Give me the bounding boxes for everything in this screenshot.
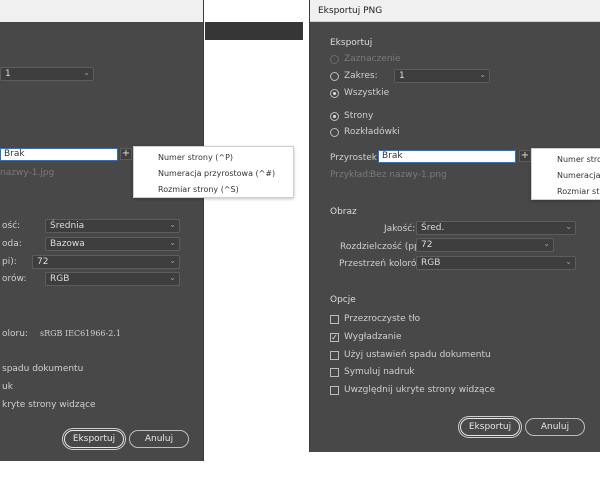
example-label: Przykład: — [330, 170, 372, 180]
left-colorspace-select[interactable]: RGB ⌄ — [45, 272, 180, 286]
spreads-radio[interactable] — [330, 128, 339, 137]
dialog-title: Eksportuj PNG — [318, 6, 383, 16]
selection-radio[interactable] — [330, 55, 339, 64]
example-value: Bez nazwy-1.png — [370, 170, 447, 180]
left-option-overprint[interactable]: uk — [2, 382, 13, 392]
quality-value: Śred. — [421, 223, 445, 233]
left-profile-value: sRGB IEC61966-2.1 — [40, 329, 121, 338]
selection-label: Zaznaczenie — [344, 54, 401, 64]
left-prefix-value: Brak — [4, 149, 25, 159]
plus-icon: + — [121, 148, 131, 159]
left-option-hidden-spreads[interactable]: kryte strony widzące — [2, 400, 96, 410]
antialias-label: Wygładzanie — [344, 332, 402, 342]
add-token-button[interactable]: + — [519, 150, 531, 162]
suffix-label: Przyrostek: — [330, 153, 381, 163]
overprint-checkbox[interactable] — [330, 368, 339, 377]
image-section-heading: Obraz — [330, 207, 357, 217]
left-dialog-titlebar — [0, 0, 203, 22]
popup-item-page-size[interactable]: Rozmiar stro — [557, 187, 600, 196]
left-quality-label: ość: — [2, 221, 21, 231]
left-token-popup-menu: Numer strony (^P) Numeracja przyrostowa … — [133, 146, 294, 198]
hidden-spreads-label: Uwzględnij ukryte strony widzące — [344, 385, 495, 395]
chevron-down-icon: ⌄ — [169, 273, 176, 282]
hidden-spreads-checkbox[interactable] — [330, 386, 339, 395]
plus-icon: + — [520, 150, 530, 161]
right-token-popup-menu: Numer stro Numeracja p Rozmiar stro — [531, 148, 600, 200]
quality-select[interactable]: Śred. ⌄ — [416, 221, 576, 235]
quality-label: Jakość: — [384, 224, 416, 234]
suffix-value: Brak — [382, 151, 403, 161]
left-example-text: nazwy-1.jpg — [0, 168, 55, 178]
spreads-label: Rozkładówki — [344, 127, 400, 137]
left-method-label: oda: — [2, 239, 22, 249]
chevron-down-icon: ⌄ — [565, 222, 572, 231]
chevron-down-icon: ⌄ — [169, 238, 176, 247]
resolution-value: 72 — [421, 240, 433, 250]
left-resolution-label: pi): — [2, 257, 17, 267]
left-export-dialog: 1 ⌄ Brak + nazwy-1.jpg ość: Średnia ⌄ od… — [0, 0, 204, 461]
left-range-value: 1 — [5, 69, 11, 79]
chevron-down-icon: ⌄ — [169, 256, 176, 265]
left-method-value: Bazowa — [50, 239, 85, 249]
left-add-token-button[interactable]: + — [120, 148, 132, 160]
left-colorspace-label: orów: — [2, 274, 27, 284]
checkmark-icon: ✓ — [331, 333, 338, 342]
antialias-checkbox[interactable]: ✓ — [330, 333, 339, 342]
left-cancel-button[interactable]: Anuluj — [129, 430, 189, 448]
bleed-label: Użyj ustawień spadu dokumentu — [344, 350, 491, 360]
suffix-input[interactable]: Brak — [378, 150, 516, 163]
popup-item-page-size[interactable]: Rozmiar strony (^S) — [158, 185, 239, 194]
bleed-checkbox[interactable] — [330, 351, 339, 360]
range-radio[interactable] — [330, 72, 339, 81]
left-resolution-select[interactable]: 72 ⌄ — [32, 255, 180, 269]
overprint-label: Symuluj nadruk — [344, 367, 415, 377]
cancel-button[interactable]: Anuluj — [525, 418, 585, 436]
colorspace-value: RGB — [421, 258, 441, 268]
range-select[interactable]: 1 ⌄ — [394, 69, 490, 83]
export-section-heading: Eksportuj — [330, 38, 373, 48]
left-prefix-input[interactable]: Brak — [0, 148, 118, 161]
range-label: Zakres: — [344, 71, 378, 81]
pages-label: Strony — [344, 111, 374, 121]
chevron-down-icon: ⌄ — [565, 257, 572, 266]
left-range-select[interactable]: 1 ⌄ — [0, 67, 94, 81]
popup-item-page-number[interactable]: Numer strony (^P) — [158, 153, 233, 162]
left-export-button[interactable]: Eksportuj — [64, 430, 124, 448]
popup-item-incremental-numbering[interactable]: Numeracja p — [557, 171, 600, 180]
background-toolbar-strip — [205, 22, 303, 40]
chevron-down-icon: ⌄ — [83, 68, 90, 77]
range-value: 1 — [399, 71, 405, 81]
popup-item-page-number[interactable]: Numer stro — [557, 155, 600, 164]
left-profile-label: oloru: — [2, 329, 28, 339]
export-png-dialog: Eksportuj PNG Eksportuj Zaznaczenie Zakr… — [309, 0, 600, 452]
colorspace-select[interactable]: RGB ⌄ — [416, 256, 576, 270]
resolution-select[interactable]: 72 ⌄ — [416, 238, 554, 252]
pages-radio[interactable] — [330, 112, 339, 121]
all-radio[interactable] — [330, 89, 339, 98]
options-section-heading: Opcje — [330, 295, 356, 305]
dialog-titlebar: Eksportuj PNG — [310, 0, 600, 22]
left-quality-value: Średnia — [50, 221, 85, 231]
all-label: Wszystkie — [344, 88, 390, 98]
colorspace-label: Przestrzeń kolorów: — [339, 259, 427, 269]
chevron-down-icon: ⌄ — [543, 239, 550, 248]
popup-item-incremental-numbering[interactable]: Numeracja przyrostowa (^#) — [158, 169, 275, 178]
chevron-down-icon: ⌄ — [169, 220, 176, 229]
transparent-bg-label: Przezroczyste tło — [344, 314, 421, 324]
left-option-bleed[interactable]: spadu dokumentu — [2, 364, 83, 374]
export-button[interactable]: Eksportuj — [460, 418, 520, 436]
left-method-select[interactable]: Bazowa ⌄ — [45, 237, 180, 251]
left-resolution-value: 72 — [37, 257, 49, 267]
left-colorspace-value: RGB — [50, 274, 70, 284]
chevron-down-icon: ⌄ — [479, 70, 486, 79]
left-quality-select[interactable]: Średnia ⌄ — [45, 219, 180, 233]
transparent-bg-checkbox[interactable] — [330, 315, 339, 324]
